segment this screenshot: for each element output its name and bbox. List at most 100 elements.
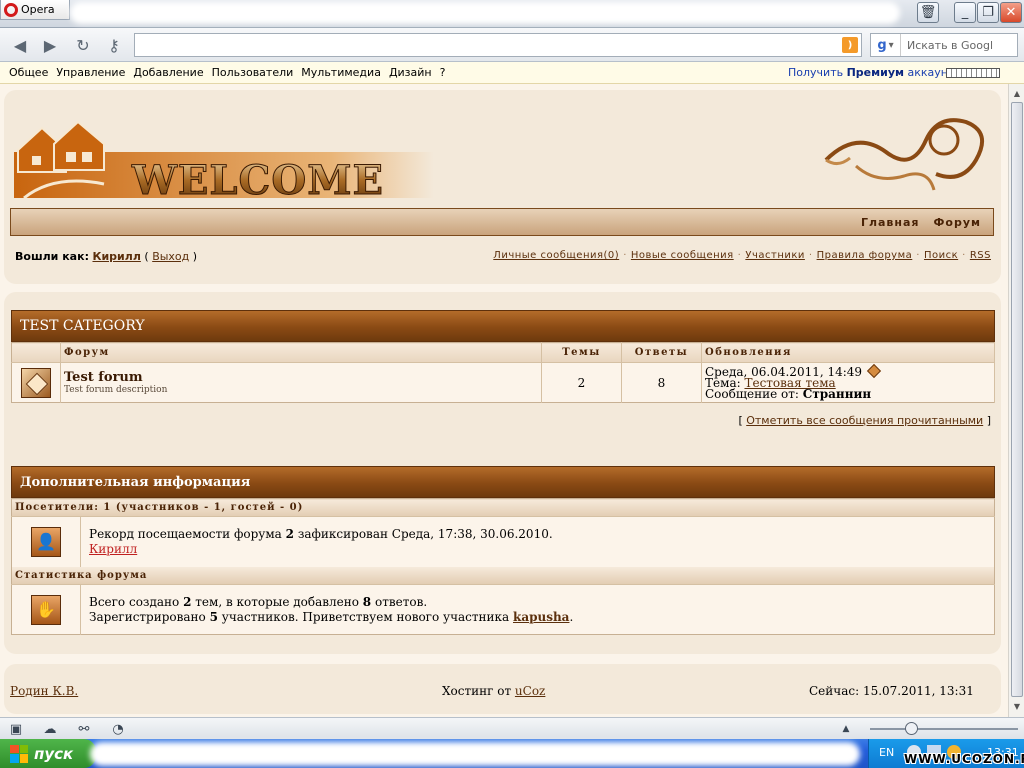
turbo-icon[interactable]: ◔ [110,721,126,737]
start-button[interactable]: пуск [0,739,96,768]
scrollbar-thumb[interactable] [1011,102,1023,697]
scroll-up-icon[interactable]: ▲ [1010,86,1024,100]
online-user-link[interactable]: Кирилл [89,542,137,556]
panel-toggle-icon[interactable]: ▣ [8,721,24,737]
main-nav: Главная Форум [861,216,981,229]
link-separator: · [808,250,813,261]
mark-all-read-link[interactable]: Отметить все сообщения прочитанными [746,414,983,427]
opera-tab[interactable]: Opera [0,0,70,20]
ucoz-link[interactable]: uCoz [515,684,545,698]
user-icon: 👤 [31,526,61,557]
address-bar[interactable] [134,33,862,57]
browser-statusbar: ▣ ☁ ⚯ ◔ ▲ [0,717,1024,739]
private-messages-link[interactable]: Личные сообщения(0) [493,250,619,261]
visitors-text: Рекорд посещаемости форума 2 зафиксирова… [80,516,995,567]
forum-last-update: Среда, 06.04.2011, 14:49 Тема: Тестовая … [701,362,995,403]
zoom-slider-knob[interactable] [905,722,918,735]
link-separator: · [916,250,920,261]
record-suffix: зафиксирован Среда, 17:38, 30.06.2010. [297,526,553,541]
link-separator: · [737,250,742,261]
welcome-logo: WELCOME [14,120,434,200]
ucoz-menu-help[interactable]: ? [440,66,446,79]
rss-link[interactable]: RSS [970,250,991,261]
category-title[interactable]: TEST CATEGORY [11,310,995,342]
forum-replies-count: 8 [621,362,702,403]
windows-flag-icon [10,744,28,763]
forum-info-cell: Test forum Test forum description [60,362,542,403]
search-engine-selector[interactable]: g ▾ [871,34,901,56]
forward-icon[interactable]: ▶ [40,36,60,55]
topics-column-header: Темы [541,342,622,363]
redacted-taskbar [90,742,860,766]
visitors-icon-cell: 👤 [11,516,81,567]
stats-replies: 8 [362,594,372,609]
new-messages-link[interactable]: Новые сообщения [631,250,734,261]
info-table: Посетители: 1 (участников - 1, гостей - … [11,498,995,635]
stats-line2-prefix: Зарегистрировано [89,609,206,624]
members-link[interactable]: Участники [745,250,805,261]
stats-icon: ✋ [31,594,61,625]
stats-icon-cell: ✋ [11,584,81,635]
stats-line2-mid: участников. Приветствуем нового участник… [221,609,510,624]
footer-author: Родин К.В. [10,684,78,698]
unite-icon[interactable]: ☁ [42,721,58,737]
forum-column-header: Форум [60,342,542,363]
premium-link[interactable]: Получить Премиум аккаунт [788,66,954,79]
back-icon[interactable]: ◀ [10,36,30,55]
record-prefix: Рекорд посещаемости форума [89,526,282,541]
ucoz-menu-design[interactable]: Дизайн [389,66,432,79]
share-icon[interactable]: ⚯ [76,721,92,737]
new-member-link[interactable]: kapusha [513,610,569,624]
go-to-last-icon[interactable] [866,363,881,378]
ucoz-menu-users[interactable]: Пользователи [212,66,294,79]
record-count: 2 [285,526,295,541]
stats-line1-suffix: ответов. [374,594,428,609]
logout-link[interactable]: Выход [152,250,189,263]
visitors-header-row: Посетители: 1 (участников - 1, гостей - … [11,498,995,517]
ucoz-menu-add[interactable]: Добавление [133,66,203,79]
ucoz-menu-multimedia[interactable]: Мультимедиа [301,66,381,79]
premium-bold: Премиум [846,66,904,79]
key-icon[interactable]: ⚷ [104,36,124,55]
last-author-link[interactable]: Страннин [803,387,871,401]
scroll-down-icon[interactable]: ▼ [1010,699,1024,713]
stats-members: 5 [209,609,218,624]
trash-icon[interactable]: 🗑 [917,2,939,23]
stats-row: ✋ Всего создано 2 тем, в которые добавле… [11,584,995,635]
reload-icon[interactable]: ↻ [73,36,93,55]
zoom-slider-track[interactable] [870,728,1018,730]
author-link[interactable]: Родин К.В. [10,684,78,698]
ucoz-bar-handle[interactable] [946,68,1000,78]
nav-home-link[interactable]: Главная [861,216,920,229]
ornament-decoration [824,118,985,191]
forum-folder-icon [21,367,51,398]
language-indicator[interactable]: EN [879,746,894,759]
stats-text: Всего создано 2 тем, в которые добавлено… [80,584,995,635]
page-viewport: WELCOME Главная Форум Вошли как: Кирилл … [0,84,1008,717]
search-box[interactable]: g ▾ Искать в Googl [870,33,1018,57]
rss-icon[interactable]: ) [842,37,858,53]
login-close-paren: ) [192,250,198,263]
stats-line2-suffix: . [569,609,574,624]
forum-rules-link[interactable]: Правила форума [817,250,913,261]
nav-forum-link[interactable]: Форум [933,216,981,229]
close-button[interactable]: ✕ [1000,2,1022,23]
vertical-scrollbar[interactable]: ▲ ▼ [1008,84,1024,717]
minimize-button[interactable]: _ [954,2,976,23]
footer-panel: Родин К.В. Хостинг от uCoz Сейчас: 15.07… [4,664,1001,714]
opera-tab-label: Opera [21,3,55,16]
main-nav-strip: Главная Форум [10,208,994,236]
forum-row: Test forum Test forum description 2 8 Ср… [11,362,995,403]
login-open-paren: ( [144,250,149,263]
ucoz-menu-general[interactable]: Общее [9,66,48,79]
last-author-label: Сообщение от: [705,386,799,401]
search-link[interactable]: Поиск [924,250,958,261]
current-user-link[interactable]: Кирилл [92,250,140,263]
visitors-row: 👤 Рекорд посещаемости форума 2 зафиксиро… [11,516,995,567]
forum-name-link[interactable]: Test forum [64,370,541,385]
maximize-button[interactable]: ❐ [977,2,999,23]
ucoz-menu-management[interactable]: Управление [56,66,125,79]
zoom-menu-icon[interactable]: ▲ [838,721,854,737]
stats-line1-mid: тем, в которые добавлено [195,594,359,609]
mark-read-open-bracket: [ [738,414,743,427]
